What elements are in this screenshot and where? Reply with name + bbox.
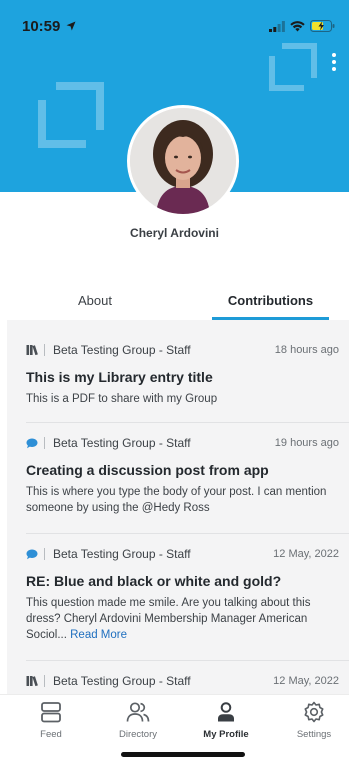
list-item[interactable]: Beta Testing Group - Staff 12 May, 2022 … [7,533,349,643]
profile-tabs: About Contributions [0,280,349,320]
divider [44,675,45,687]
person-icon [218,702,234,722]
tabbar-my-profile[interactable]: My Profile [186,701,266,740]
post-title[interactable]: Creating a discussion post from app [26,462,339,478]
battery-icon [310,20,335,32]
more-options-icon[interactable] [329,53,339,71]
signal-icon [269,20,285,32]
read-more-link[interactable]: Read More [70,629,127,641]
library-books-icon [26,675,40,687]
post-meta: Beta Testing Group - Staff 12 May, 2022 [26,545,339,563]
post-time: 18 hours ago [274,344,339,356]
post-group: Beta Testing Group - Staff [53,674,191,688]
post-body: This is where you type the body of your … [26,486,327,514]
post-body-text: This question made me smile. Are you tal… [26,597,311,641]
post-title[interactable]: RE: Blue and black or white and gold? [26,573,339,589]
list-item[interactable]: Beta Testing Group - Staff 18 hours ago … [7,341,349,407]
post-group: Beta Testing Group - Staff [53,547,191,561]
library-books-icon [26,344,40,356]
tab-about[interactable]: About [20,280,170,320]
brand-corner-mark-left [38,82,104,148]
tabbar-label: Feed [40,729,62,740]
post-body: This is a PDF to share with my Group [26,393,218,405]
post-group: Beta Testing Group - Staff [53,436,191,450]
tabbar-label: Directory [118,729,157,740]
directory-icon [126,702,150,722]
chat-bubble-icon [26,549,40,560]
tabbar-label: My Profile [203,729,249,740]
tab-contributions[interactable]: Contributions [212,280,329,320]
chat-bubble-icon [26,438,40,449]
tabbar-directory[interactable]: Directory [98,701,178,740]
post-group: Beta Testing Group - Staff [53,343,191,357]
divider [44,437,45,449]
divider [44,548,45,560]
brand-corner-mark-right [269,43,317,91]
feed-icon [41,702,61,723]
divider [44,344,45,356]
tabbar-label: Settings [296,729,332,740]
contributions-list[interactable]: Beta Testing Group - Staff 18 hours ago … [7,320,349,694]
post-title[interactable]: This is my Library entry title [26,369,339,385]
tabbar-settings[interactable]: Settings [274,701,349,740]
home-indicator[interactable] [121,752,245,757]
post-meta: Beta Testing Group - Staff 18 hours ago [26,341,339,359]
post-meta: Beta Testing Group - Staff 12 May, 2022 [26,672,339,690]
wifi-icon [290,20,305,31]
gear-icon [304,701,324,723]
list-item[interactable]: Beta Testing Group - Staff 19 hours ago … [7,422,349,516]
post-body: This question made me smile. Are you tal… [26,595,339,643]
bottom-tab-bar: Feed Directory My Profile Settings [0,694,349,761]
avatar[interactable] [127,105,239,217]
status-time: 10:59 [22,18,61,35]
post-meta: Beta Testing Group - Staff 19 hours ago [26,434,339,452]
post-time: 12 May, 2022 [273,675,339,687]
profile-name: Cheryl Ardovini [130,226,219,240]
status-icons [269,20,335,32]
post-time: 19 hours ago [274,437,339,449]
profile-photo [130,108,236,214]
post-time: 12 May, 2022 [273,548,339,560]
tabbar-feed[interactable]: Feed [11,701,91,740]
location-arrow-icon [66,21,76,31]
list-item[interactable]: Beta Testing Group - Staff 12 May, 2022 [7,660,349,690]
